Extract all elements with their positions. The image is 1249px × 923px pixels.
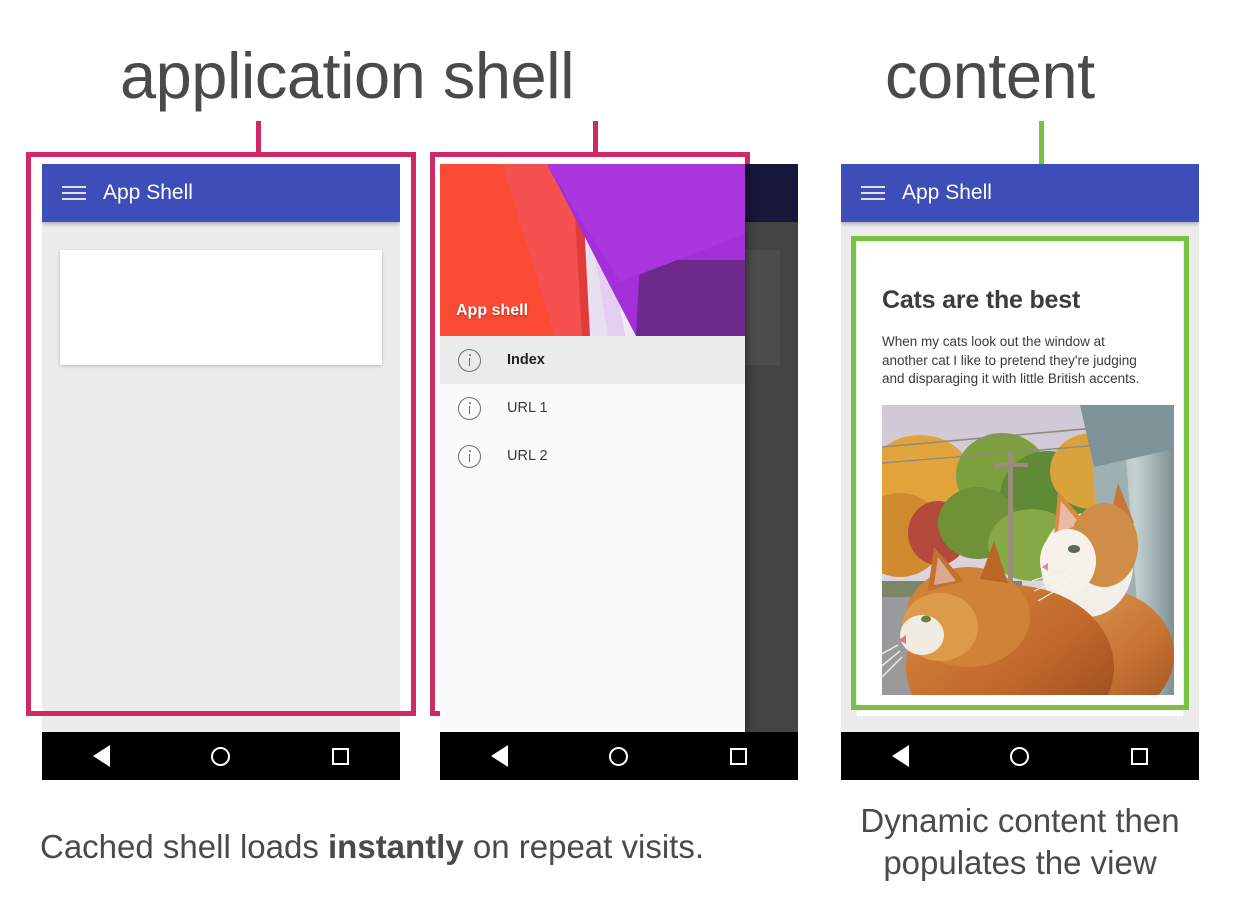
back-triangle-icon[interactable] xyxy=(490,745,508,767)
annotation-label-content: content xyxy=(885,39,1095,112)
phone3-android-navbar xyxy=(841,732,1199,780)
drawer-item-url-1[interactable]: URL 1 xyxy=(440,384,745,432)
info-circle-icon xyxy=(458,348,481,372)
phone1-appbar: App Shell xyxy=(42,164,400,222)
hamburger-icon[interactable] xyxy=(861,185,885,201)
phone2-screen: App shell Index URL 1 URL 2 xyxy=(440,164,798,732)
phone-mockup-shell-drawer: App shell Index URL 1 URL 2 xyxy=(440,164,798,780)
drawer-item-label: Index xyxy=(507,352,545,368)
home-circle-icon[interactable] xyxy=(1010,746,1030,766)
leader-line-shell-1 xyxy=(256,121,261,154)
highlight-frame-app-shell-1 xyxy=(26,152,416,716)
caption-left: Cached shell loads instantly on repeat v… xyxy=(40,828,704,866)
drawer-item-index[interactable]: Index xyxy=(440,336,745,384)
navigation-drawer: App shell Index URL 1 URL 2 xyxy=(440,164,745,732)
drawer-header-image: App shell xyxy=(440,164,745,336)
highlight-frame-content xyxy=(851,236,1189,710)
annotation-label-app-shell: application shell xyxy=(120,39,575,112)
drawer-item-url-2[interactable]: URL 2 xyxy=(440,432,745,480)
info-circle-icon xyxy=(458,444,481,468)
drawer-item-label: URL 1 xyxy=(507,400,548,416)
phone2-android-navbar xyxy=(440,732,798,780)
home-circle-icon[interactable] xyxy=(609,746,629,766)
caption-right: Dynamic content then populates the view xyxy=(860,802,1180,882)
back-triangle-icon[interactable] xyxy=(92,745,110,767)
square-icon[interactable] xyxy=(332,747,350,765)
leader-line-shell-2 xyxy=(593,121,598,154)
diagram-canvas: application shell content App Shell App … xyxy=(0,0,1249,923)
drawer-header-title: App shell xyxy=(456,302,529,319)
hamburger-icon[interactable] xyxy=(62,185,86,201)
caption-left-part1: Cached shell loads xyxy=(40,828,329,865)
square-icon[interactable] xyxy=(730,747,748,765)
caption-left-part2: on repeat visits. xyxy=(463,828,704,865)
caption-left-bold: instantly xyxy=(328,828,464,865)
back-triangle-icon[interactable] xyxy=(891,745,909,767)
phone1-android-navbar xyxy=(42,732,400,780)
info-circle-icon xyxy=(458,396,481,420)
phone3-appbar-title: App Shell xyxy=(902,181,992,204)
drawer-item-label: URL 2 xyxy=(507,448,548,464)
phone3-appbar: App Shell xyxy=(841,164,1199,222)
home-circle-icon[interactable] xyxy=(211,746,231,766)
phone1-appbar-title: App Shell xyxy=(103,181,193,204)
square-icon[interactable] xyxy=(1131,747,1149,765)
